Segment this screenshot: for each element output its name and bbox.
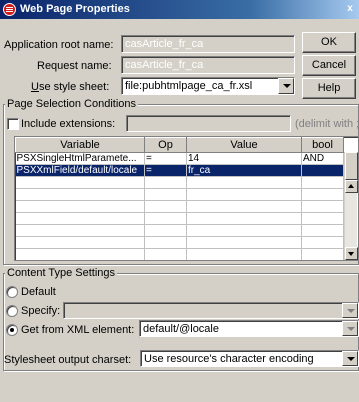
column-header[interactable]: Value <box>186 137 302 153</box>
cancel-button[interactable]: Cancel <box>302 55 356 76</box>
scroll-up-icon[interactable] <box>345 180 358 193</box>
table-cell-op[interactable]: = <box>144 152 187 165</box>
xml-element-value: default/@locale <box>143 323 219 335</box>
charset-label: Stylesheet output charset: <box>4 354 132 366</box>
table-row-empty[interactable] <box>15 248 344 260</box>
specify-select[interactable] <box>63 302 359 319</box>
window-title: Web Page Properties <box>20 3 130 15</box>
charset-value: Use resource's character encoding <box>144 353 314 365</box>
title-bar: Web Page Properties x <box>0 0 359 19</box>
column-header[interactable]: bool <box>301 137 344 153</box>
xml-element-label: Get from XML element: <box>21 324 135 336</box>
xml-element-dropdown-icon[interactable] <box>342 321 358 336</box>
include-extensions-checkbox[interactable] <box>7 118 19 130</box>
include-extensions-hint: (delimit with ;) <box>295 118 359 130</box>
table-cell-variable[interactable]: PSXXmlField/default/locale <box>15 164 145 177</box>
charset-dropdown-icon[interactable] <box>342 351 358 366</box>
include-extensions-field[interactable] <box>126 115 291 132</box>
table-cell-bool[interactable]: AND <box>301 152 344 165</box>
specify-radio-label: Specify: <box>21 305 61 317</box>
grid-vertical-scrollbar[interactable] <box>344 152 358 260</box>
table-cell-op[interactable]: = <box>144 164 187 177</box>
scroll-thumb[interactable] <box>345 152 358 180</box>
table-cell-variable[interactable]: PSXSingleHtmlParamete... <box>15 152 145 165</box>
ok-button[interactable]: OK <box>302 32 356 53</box>
table-cell-value[interactable]: 14 <box>186 152 302 165</box>
specify-radio[interactable] <box>6 305 18 317</box>
default-radio-label: Default <box>21 286 56 298</box>
default-radio[interactable] <box>6 286 18 298</box>
table-row[interactable]: PSXXmlField/default/locale = fr_ca <box>15 164 344 177</box>
conditions-table: Variable Op Value bool PSXSingleHtmlParamet… <box>15 137 344 262</box>
style-sheet-select[interactable]: file:pubhtmlpage_ca_fr.xsl <box>121 77 295 95</box>
table-row-empty[interactable] <box>15 236 344 249</box>
help-button[interactable]: Help <box>302 78 356 99</box>
content-type-title: Content Type Settings <box>5 267 118 279</box>
close-icon[interactable]: x <box>343 2 357 16</box>
table-row-empty[interactable] <box>15 176 344 189</box>
style-sheet-value: file:pubhtmlpage_ca_fr.xsl <box>125 80 253 92</box>
table-cell-bool[interactable] <box>301 164 344 177</box>
column-header[interactable]: Op <box>144 137 187 153</box>
app-icon <box>3 3 16 16</box>
app-root-label: Application root name: <box>4 39 114 51</box>
table-row[interactable]: PSXSingleHtmlParamete... = 14 AND <box>15 152 344 165</box>
specify-dropdown-icon[interactable] <box>342 303 358 318</box>
column-header[interactable]: Variable <box>15 137 145 153</box>
style-sheet-label: Use style sheet: <box>31 81 110 93</box>
table-row-empty[interactable] <box>16 261 344 262</box>
request-name-label: Request name: <box>37 60 112 72</box>
table-row-empty[interactable] <box>15 224 344 237</box>
app-root-field[interactable]: casArticle_fr_ca <box>121 35 295 53</box>
xml-element-select[interactable]: default/@locale <box>139 320 359 337</box>
style-sheet-dropdown-icon[interactable] <box>278 78 294 94</box>
table-row-empty[interactable] <box>15 200 344 213</box>
table-cell-value[interactable]: fr_ca <box>186 164 302 177</box>
page-selection-title: Page Selection Conditions <box>5 98 139 110</box>
table-row-empty[interactable] <box>15 188 344 201</box>
xml-element-radio[interactable] <box>6 324 18 336</box>
scroll-down-icon[interactable] <box>345 247 358 260</box>
table-row-empty[interactable] <box>15 212 344 225</box>
request-name-field[interactable]: casArticle_fr_ca <box>121 56 295 74</box>
include-extensions-label: Include extensions: <box>21 118 116 130</box>
charset-select[interactable]: Use resource's character encoding <box>140 350 359 367</box>
conditions-grid[interactable]: Variable Op Value bool PSXSingleHtmlParamet… <box>14 136 359 261</box>
